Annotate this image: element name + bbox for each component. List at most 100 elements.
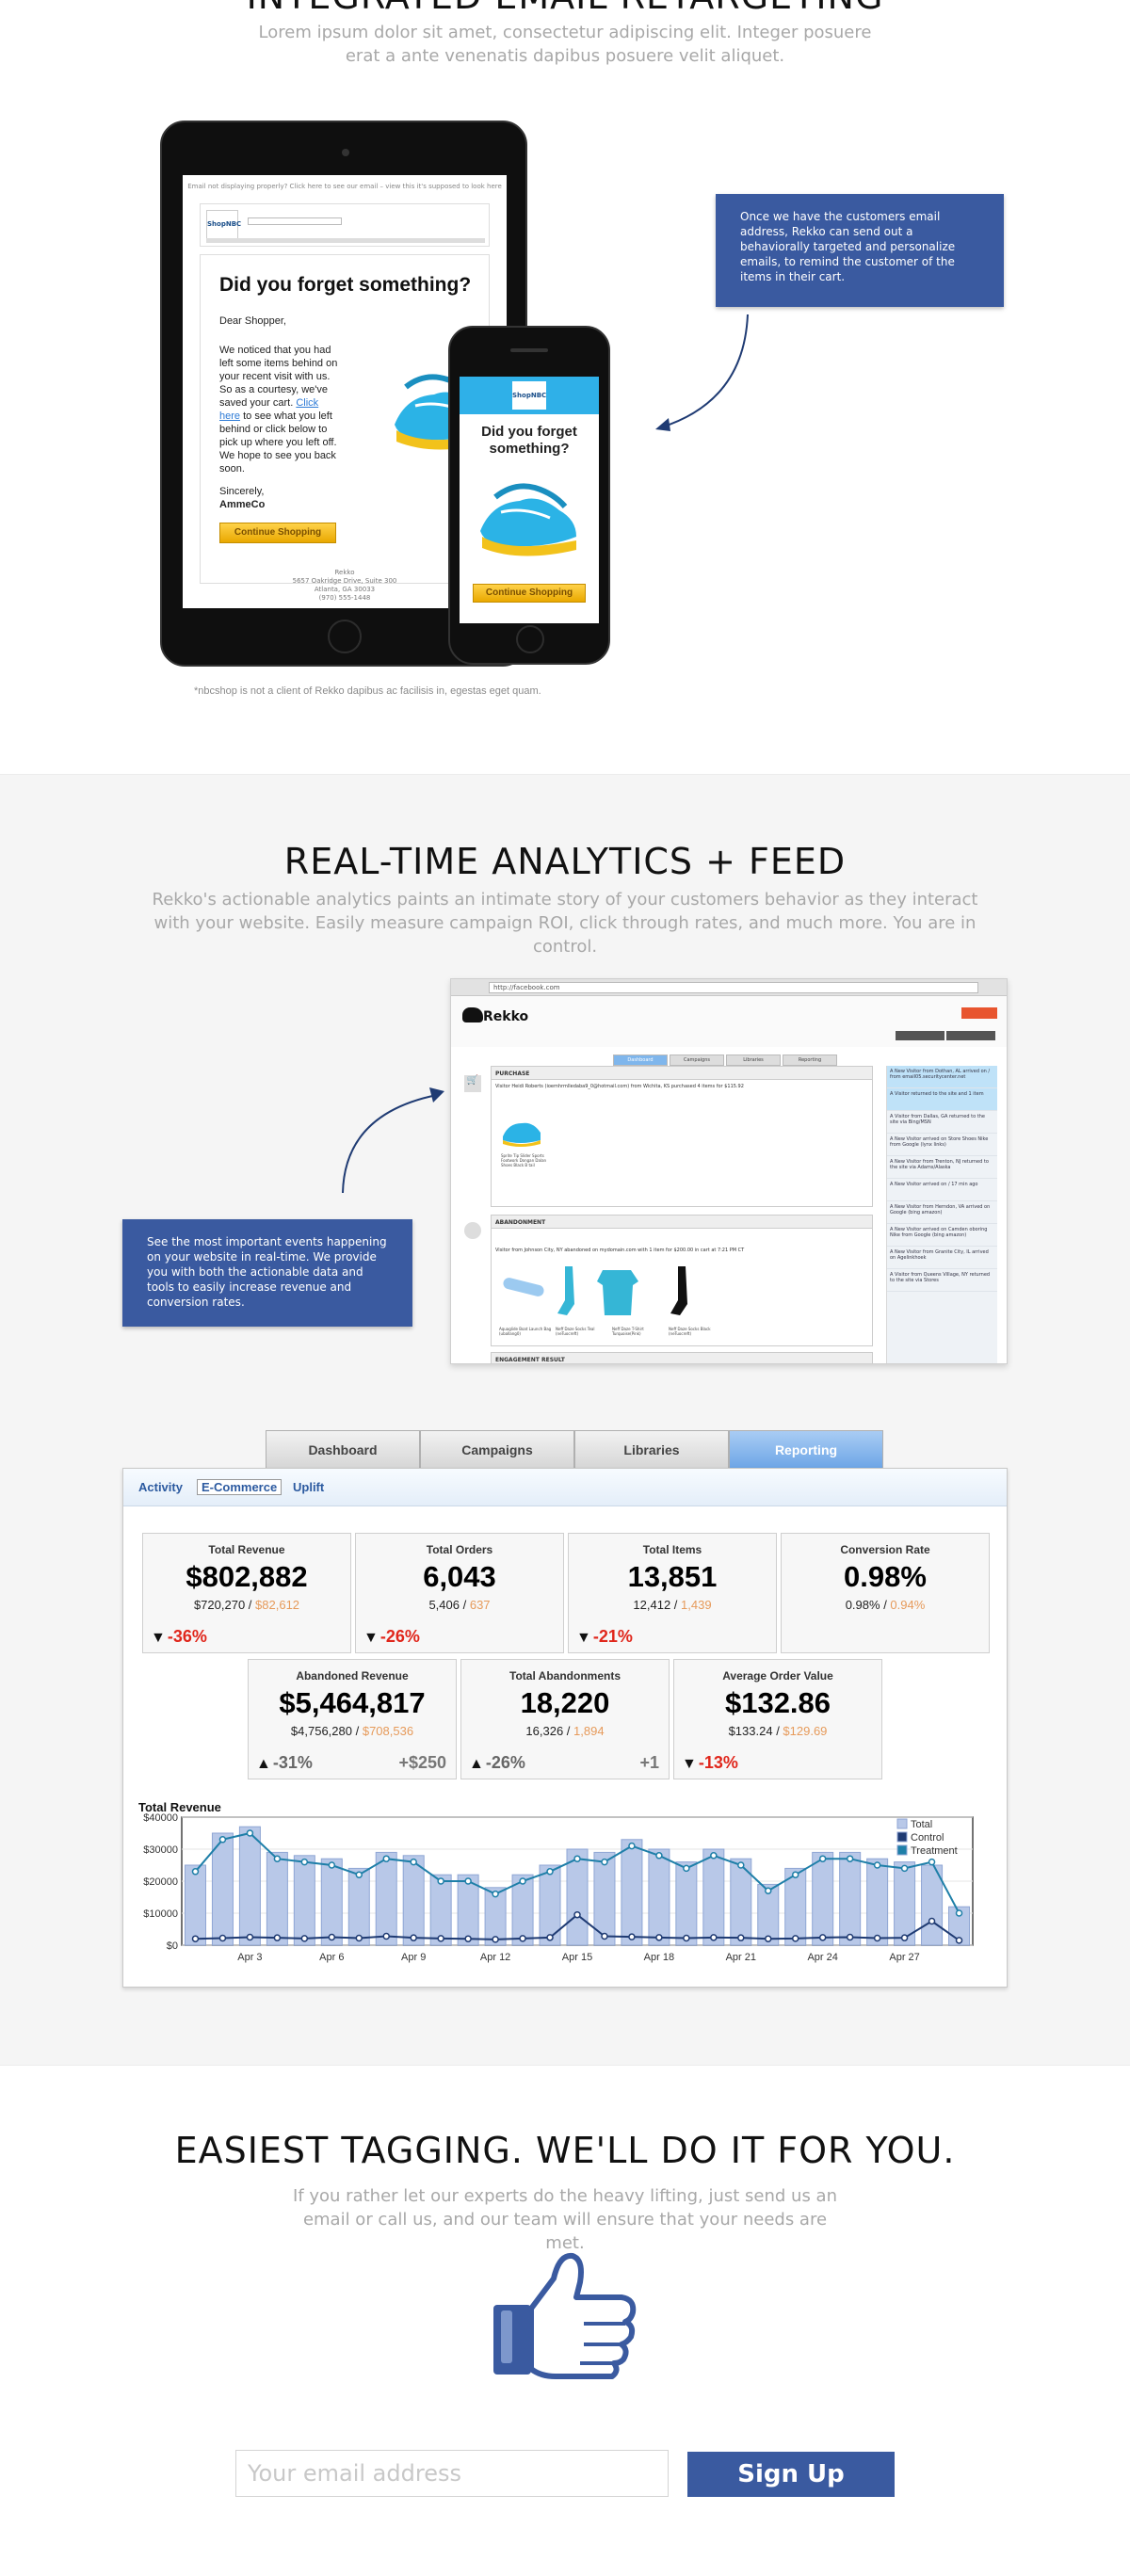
bar (866, 1858, 889, 1946)
kpi-base: $720,270 (193, 1598, 246, 1612)
continue-shopping-button[interactable]: Continue Shopping (219, 523, 336, 543)
bar (238, 1826, 261, 1946)
bar (566, 1848, 589, 1946)
kpi-comparison: $720,270 / $82,612 (193, 1598, 300, 1612)
clock-icon (464, 1222, 481, 1239)
kpi-value: $132.86 (724, 1686, 831, 1719)
subtab-activity[interactable]: Activity (138, 1480, 183, 1494)
series-point (573, 1855, 581, 1862)
browser-chrome: http://facebook.com (451, 979, 1007, 996)
kpi-abandoned-revenue: Abandoned Revenue $5,464,817 $4,756,280 … (248, 1659, 457, 1779)
thumbs-up-icon (493, 2252, 637, 2379)
subtab-ecommerce[interactable]: E-Commerce (197, 1479, 282, 1495)
abandonment-panel: ABANDONMENT Visitor from Johnson City, N… (491, 1215, 873, 1346)
kpi-delta-value: -36% (167, 1627, 207, 1646)
series-point (846, 1933, 854, 1941)
kpi-delta-value: -31% (272, 1753, 313, 1772)
subtab-uplift[interactable]: Uplift (293, 1480, 324, 1494)
y-tick-label: $0 (167, 1940, 178, 1952)
analytics-subtitle: Rekko's actionable analytics paints an i… (152, 890, 978, 957)
series-point (191, 1868, 200, 1876)
series-point (328, 1933, 336, 1941)
series-point (737, 1861, 745, 1869)
feed-item: A New Visitor from Herndon, VA arrived o… (887, 1201, 997, 1224)
bar (429, 1874, 452, 1946)
bar (184, 1864, 206, 1946)
chart-title: Total Revenue (138, 1800, 221, 1814)
series-point (628, 1933, 636, 1940)
tagging-title: EASIEST TAGGING. WE'LL DO IT FOR YOU. (174, 2130, 956, 2171)
tab-reporting[interactable]: Reporting (729, 1430, 883, 1468)
thumbs-down-icon: ▼ (151, 1630, 166, 1646)
kpi-delta-value: -13% (698, 1753, 738, 1772)
phone-speaker (510, 348, 548, 352)
phone-email-heading: Did you forget something? (481, 424, 577, 457)
tab-campaigns[interactable]: Campaigns (420, 1430, 574, 1468)
bar (539, 1864, 561, 1946)
kpi-comp: 0.94% (890, 1598, 926, 1612)
series-point (546, 1868, 554, 1876)
series-point (328, 1861, 336, 1869)
tab-dashboard[interactable]: Dashboard (266, 1430, 420, 1468)
feed-item: A New Visitor from Dothan, AL arrived on… (887, 1066, 997, 1088)
series-point (273, 1855, 282, 1862)
kpi-base: 0.98% (845, 1598, 880, 1612)
purchase-line: Visitor Heidi Roberts (ioemhrmlledaba9_0… (495, 1084, 744, 1089)
series-point (765, 1887, 772, 1894)
x-tick-label: Apr 27 (889, 1952, 919, 1963)
feed-main: 🛒 PURCHASE Visitor Heidi Roberts (ioemhr… (464, 1066, 873, 1363)
email-input[interactable] (235, 2450, 669, 2497)
tablet-home-button (328, 620, 362, 653)
phone-sneaker-image (480, 483, 576, 556)
series-point (955, 1937, 963, 1944)
analytics-section: REAL-TIME ANALYTICS + FEED Rekko's actio… (0, 774, 1130, 2066)
series-point (437, 1935, 444, 1942)
series-point (492, 1936, 499, 1943)
series-point (765, 1935, 772, 1942)
legend-swatch (896, 1831, 908, 1843)
x-tick-label: Apr 18 (644, 1952, 674, 1963)
analytics-callout: See the most important events happening … (122, 1219, 412, 1327)
legend-swatch (896, 1818, 908, 1829)
kpi-delta: ▼ -26% (363, 1627, 420, 1647)
sign-up-button[interactable]: Sign Up (687, 2452, 895, 2497)
x-tick-label: Apr 21 (726, 1952, 756, 1963)
kpi-extra: +1 (639, 1753, 659, 1772)
series-point (655, 1852, 663, 1860)
series-point (710, 1934, 718, 1941)
cart-icon: 🛒 (464, 1075, 481, 1092)
series-point (846, 1855, 854, 1862)
bar (211, 1832, 234, 1946)
rekko-logo-text: Rekko (483, 1009, 529, 1024)
series-point (601, 1932, 608, 1940)
elephant-logo-icon (462, 1007, 483, 1022)
kpi-comp: $82,612 (255, 1598, 300, 1612)
abandoned-item-name: Neff Daze Socks Teal (neTuocreft) (556, 1327, 595, 1336)
kpi-title: Average Order Value (722, 1669, 833, 1682)
abandoned-item-name: Neff Daze T-Shirt Turquoise(Pink) (612, 1327, 644, 1336)
email-sign-off: Sincerely, (219, 486, 265, 497)
series-point (737, 1934, 745, 1941)
bar (648, 1848, 670, 1946)
kpi-title: Total Items (642, 1543, 702, 1556)
series-point (818, 1934, 827, 1941)
series-point (273, 1934, 282, 1941)
callout-arrow-icon (655, 314, 749, 431)
phone-shopnbc-logo: ShopNBC (512, 381, 546, 410)
revenue-chart-svg: $0 $10000 $20000 $30000 $40000 Apr 3 Apr 6 Apr … (143, 1813, 974, 1963)
kpi-extra: +$250 (398, 1753, 446, 1772)
kpi-value: 6,043 (423, 1560, 496, 1593)
email-body: We noticed that you had left some items … (219, 344, 340, 475)
kpi-total-abandonments: Total Abandonments 18,220 16,326 / 1,894… (460, 1659, 670, 1779)
retargeting-note: *nbcshop is not a client of Rekko dapibu… (194, 685, 541, 697)
phone-mockup: ShopNBC Did you forget something? Contin… (448, 326, 610, 665)
series-point (464, 1877, 472, 1885)
phone-screen: ShopNBC Did you forget something? Contin… (460, 377, 599, 623)
phone-continue-shopping-button[interactable]: Continue Shopping (473, 584, 586, 603)
email-top-line: Email not displaying properly? Click her… (187, 183, 502, 190)
series-point (873, 1861, 881, 1869)
tab-libraries[interactable]: Libraries (574, 1430, 729, 1468)
kpi-base: 16,326 (525, 1724, 564, 1738)
kpi-comp: $708,536 (362, 1724, 414, 1738)
feed-item: A Visitor from Queens Village, NY return… (887, 1269, 997, 1292)
